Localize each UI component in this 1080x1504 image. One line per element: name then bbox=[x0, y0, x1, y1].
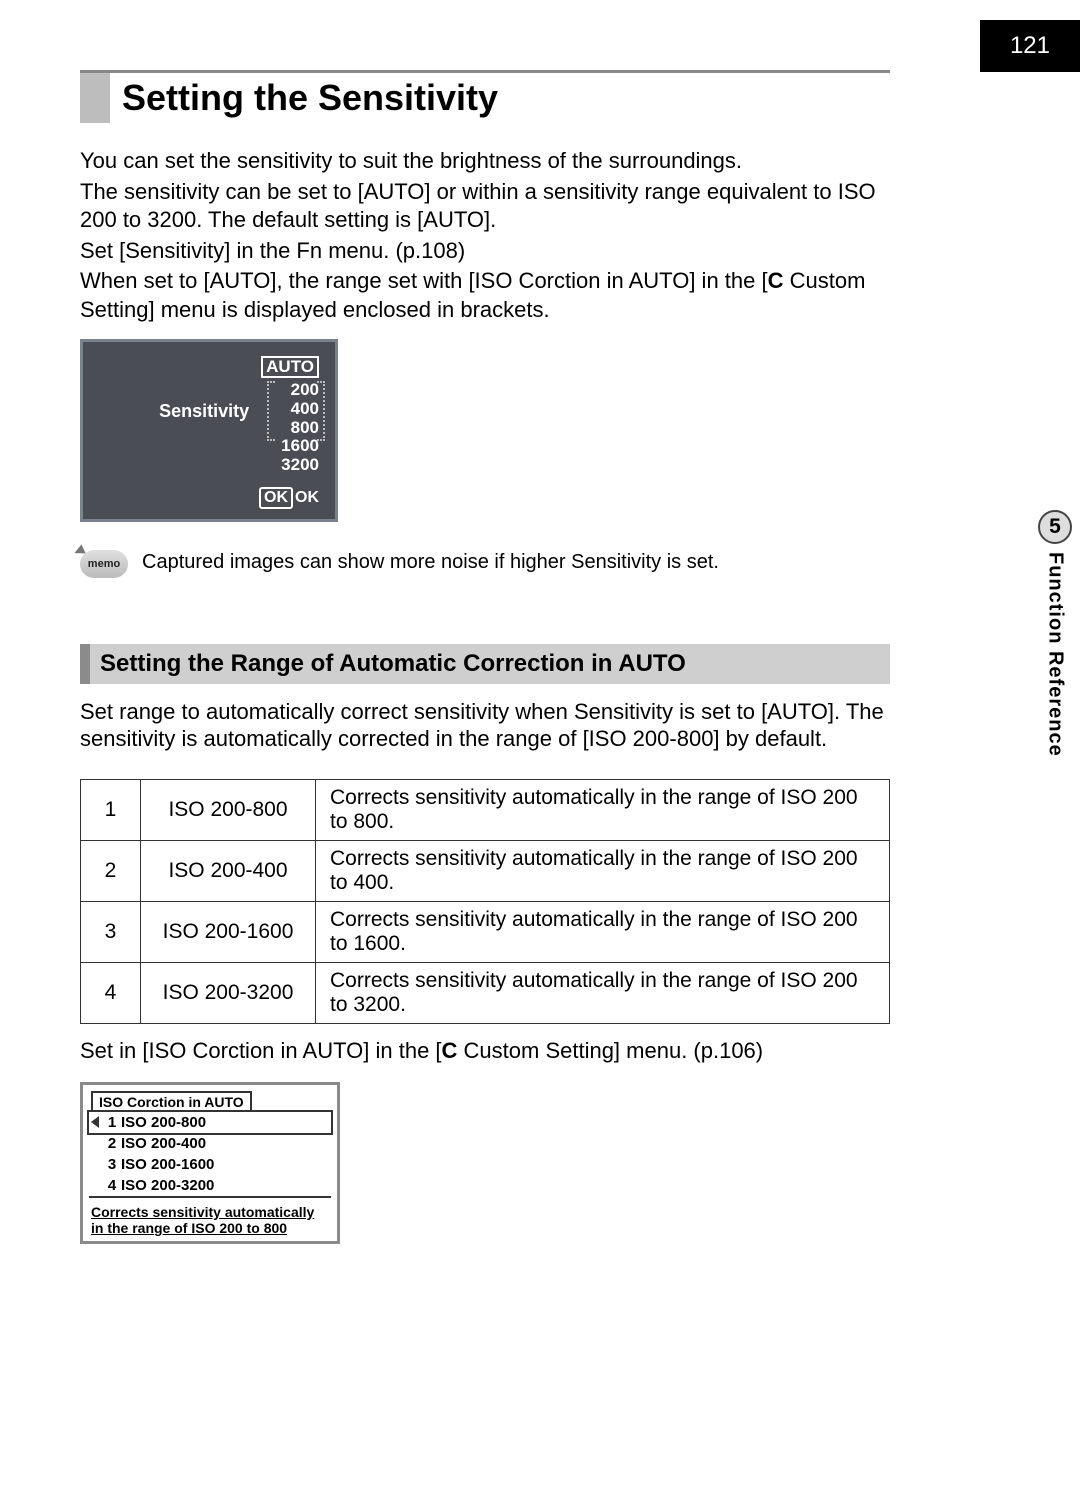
row-desc: Corrects sensitivity automatically in th… bbox=[316, 962, 890, 1023]
sub-paragraph: Set range to automatically correct sensi… bbox=[80, 698, 890, 753]
menu-tab: ISO Corction in AUTO bbox=[91, 1091, 252, 1111]
menu-item-3: 3 ISO 200-1600 bbox=[89, 1154, 331, 1175]
row-index: 4 bbox=[81, 962, 141, 1023]
row-range: ISO 200-3200 bbox=[141, 962, 316, 1023]
menu-item-4: 4 ISO 200-3200 bbox=[89, 1175, 331, 1196]
page-title: Setting the Sensitivity bbox=[110, 73, 498, 123]
iso-menu-panel: ISO Corction in AUTO 1 ISO 200-800 2 ISO… bbox=[80, 1082, 340, 1245]
chapter-number-badge: 5 bbox=[1038, 510, 1072, 544]
iso-auto: AUTO bbox=[261, 356, 319, 379]
menu-idx: 3 bbox=[103, 1156, 121, 1173]
menu-label: ISO 200-800 bbox=[121, 1114, 206, 1131]
iso-800: 800 bbox=[269, 419, 319, 438]
custom-c-glyph: C bbox=[442, 1038, 458, 1063]
intro-line-2: The sensitivity can be set to [AUTO] or … bbox=[80, 178, 890, 235]
row-range: ISO 200-400 bbox=[141, 840, 316, 901]
iso-1600: 1600 bbox=[281, 437, 319, 456]
ok-row: OKOK bbox=[99, 487, 319, 509]
iso-3200: 3200 bbox=[281, 456, 319, 475]
footer-paragraph: Set in [ISO Corction in AUTO] in the [C … bbox=[80, 1038, 890, 1064]
menu-item-2: 2 ISO 200-400 bbox=[89, 1133, 331, 1154]
iso-200: 200 bbox=[269, 381, 319, 400]
table-row: 4 ISO 200-3200 Corrects sensitivity auto… bbox=[81, 962, 890, 1023]
menu-items: 1 ISO 200-800 2 ISO 200-400 3 ISO 200-16… bbox=[89, 1110, 331, 1198]
table-row: 2 ISO 200-400 Corrects sensitivity autom… bbox=[81, 840, 890, 901]
intro-line-4: When set to [AUTO], the range set with [… bbox=[80, 267, 890, 324]
menu-label: ISO 200-400 bbox=[121, 1135, 206, 1152]
menu-label: ISO 200-3200 bbox=[121, 1177, 214, 1194]
foot-c: Custom Setting] menu. (p.106) bbox=[457, 1038, 763, 1063]
lcd-label: Sensitivity bbox=[99, 356, 261, 422]
ok-box-icon: OK bbox=[259, 487, 293, 509]
table-row: 3 ISO 200-1600 Corrects sensitivity auto… bbox=[81, 901, 890, 962]
row-desc: Corrects sensitivity automatically in th… bbox=[316, 901, 890, 962]
page-content: Setting the Sensitivity You can set the … bbox=[0, 0, 980, 1244]
menu-description: Corrects sensitivity automatically in th… bbox=[83, 1198, 337, 1242]
menu-item-1: 1 ISO 200-800 bbox=[89, 1112, 331, 1133]
side-tab: 5 Function Reference bbox=[1030, 510, 1080, 757]
page-number: 121 bbox=[980, 20, 1080, 72]
intro-line-3: Set [Sensitivity] in the Fn menu. (p.108… bbox=[80, 237, 890, 266]
iso-bracket: 200 400 800 bbox=[269, 381, 319, 437]
row-index: 1 bbox=[81, 779, 141, 840]
iso-list: AUTO 200 400 800 1600 3200 bbox=[261, 356, 319, 475]
intro-4a: When set to [AUTO], the range set with [… bbox=[80, 268, 768, 293]
sensitivity-lcd-panel: Sensitivity AUTO 200 400 800 1600 3200 O… bbox=[80, 339, 338, 522]
row-range: ISO 200-800 bbox=[141, 779, 316, 840]
iso-range-table: 1 ISO 200-800 Corrects sensitivity autom… bbox=[80, 779, 890, 1024]
arrow-left-icon bbox=[91, 1116, 99, 1128]
menu-idx: 4 bbox=[103, 1177, 121, 1194]
page-title-bar: Setting the Sensitivity bbox=[80, 70, 890, 123]
custom-c-glyph: C bbox=[768, 268, 784, 293]
intro-line-1: You can set the sensitivity to suit the … bbox=[80, 147, 890, 176]
menu-idx: 2 bbox=[103, 1135, 121, 1152]
row-range: ISO 200-1600 bbox=[141, 901, 316, 962]
memo-row: memo Captured images can show more noise… bbox=[80, 548, 890, 578]
menu-label: ISO 200-1600 bbox=[121, 1156, 214, 1173]
foot-a: Set in [ISO Corction in AUTO] in the [ bbox=[80, 1038, 442, 1063]
menu-idx: 1 bbox=[103, 1114, 121, 1131]
row-desc: Corrects sensitivity automatically in th… bbox=[316, 779, 890, 840]
row-desc: Corrects sensitivity automatically in th… bbox=[316, 840, 890, 901]
memo-icon: memo bbox=[80, 550, 128, 578]
sub-heading: Setting the Range of Automatic Correctio… bbox=[80, 644, 890, 684]
iso-400: 400 bbox=[269, 400, 319, 419]
table-row: 1 ISO 200-800 Corrects sensitivity autom… bbox=[81, 779, 890, 840]
row-index: 3 bbox=[81, 901, 141, 962]
row-index: 2 bbox=[81, 840, 141, 901]
chapter-label: Function Reference bbox=[1044, 552, 1067, 757]
title-accent bbox=[80, 73, 110, 123]
memo-text: Captured images can show more noise if h… bbox=[142, 548, 719, 574]
ok-label: OK bbox=[295, 489, 319, 506]
